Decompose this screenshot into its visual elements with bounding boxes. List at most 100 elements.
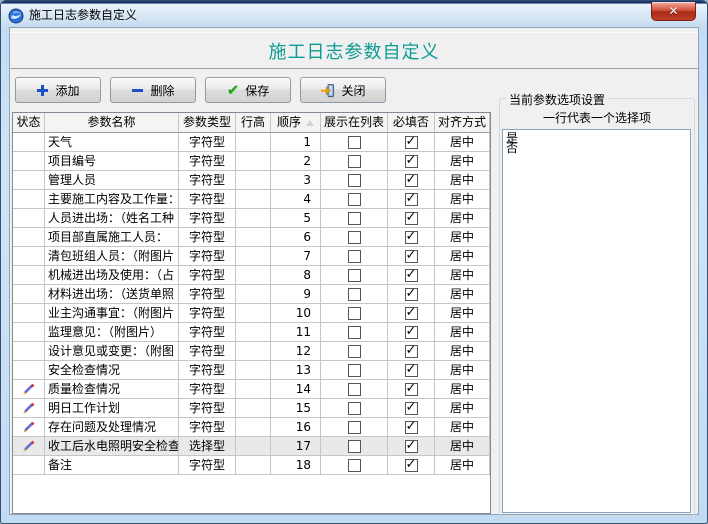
align-cell[interactable]: 居中 (435, 171, 490, 190)
align-cell[interactable]: 居中 (435, 209, 490, 228)
param-type-cell[interactable]: 字符型 (179, 342, 236, 361)
param-type-cell[interactable]: 字符型 (179, 133, 236, 152)
order-cell[interactable]: 1 (271, 133, 321, 152)
param-name-cell[interactable]: 主要施工内容及工作量： (45, 190, 179, 209)
required-checkbox[interactable]: ✓ (405, 250, 418, 263)
column-header-type[interactable]: 参数类型 (179, 113, 236, 133)
row-height-cell[interactable] (236, 380, 271, 399)
column-header-required[interactable]: 必填否 (388, 113, 435, 133)
table-row[interactable]: 人员进出场：（姓名工种字符型5✓居中 (13, 209, 490, 228)
row-height-cell[interactable] (236, 152, 271, 171)
param-type-cell[interactable]: 字符型 (179, 361, 236, 380)
align-cell[interactable]: 居中 (435, 361, 490, 380)
show-in-list-checkbox[interactable] (348, 440, 361, 453)
order-cell[interactable]: 2 (271, 152, 321, 171)
show-in-list-checkbox[interactable] (348, 383, 361, 396)
row-height-cell[interactable] (236, 285, 271, 304)
table-row[interactable]: 管理人员字符型3✓居中 (13, 171, 490, 190)
param-type-cell[interactable]: 字符型 (179, 209, 236, 228)
param-name-cell[interactable]: 项目部直属施工人员： (45, 228, 179, 247)
table-row[interactable]: 存在问题及处理情况字符型16✓居中 (13, 418, 490, 437)
required-checkbox[interactable]: ✓ (405, 421, 418, 434)
param-type-cell[interactable]: 字符型 (179, 171, 236, 190)
row-height-cell[interactable] (236, 361, 271, 380)
row-height-cell[interactable] (236, 399, 271, 418)
align-cell[interactable]: 居中 (435, 380, 490, 399)
required-checkbox[interactable]: ✓ (405, 155, 418, 168)
table-row[interactable]: 清包班组人员：（附图片字符型7✓居中 (13, 247, 490, 266)
param-name-cell[interactable]: 质量检查情况 (45, 380, 179, 399)
show-in-list-checkbox[interactable] (348, 288, 361, 301)
required-checkbox[interactable]: ✓ (405, 459, 418, 472)
param-type-cell[interactable]: 字符型 (179, 228, 236, 247)
align-cell[interactable]: 居中 (435, 228, 490, 247)
table-row[interactable]: 天气字符型1✓居中 (13, 133, 490, 152)
param-type-cell[interactable]: 选择型 (179, 437, 236, 456)
order-cell[interactable]: 10 (271, 304, 321, 323)
param-type-cell[interactable]: 字符型 (179, 190, 236, 209)
order-cell[interactable]: 12 (271, 342, 321, 361)
delete-button[interactable]: 删除 (110, 77, 196, 103)
order-cell[interactable]: 17 (271, 437, 321, 456)
row-height-cell[interactable] (236, 209, 271, 228)
required-checkbox[interactable]: ✓ (405, 440, 418, 453)
param-name-cell[interactable]: 管理人员 (45, 171, 179, 190)
table-row[interactable]: 设计意见或变更：（附图字符型12✓居中 (13, 342, 490, 361)
align-cell[interactable]: 居中 (435, 456, 490, 475)
param-type-cell[interactable]: 字符型 (179, 418, 236, 437)
align-cell[interactable]: 居中 (435, 304, 490, 323)
show-in-list-checkbox[interactable] (348, 193, 361, 206)
close-button[interactable]: ✕ (651, 2, 696, 21)
show-in-list-checkbox[interactable] (348, 459, 361, 472)
row-height-cell[interactable] (236, 190, 271, 209)
order-cell[interactable]: 5 (271, 209, 321, 228)
param-type-cell[interactable]: 字符型 (179, 304, 236, 323)
required-checkbox[interactable]: ✓ (405, 269, 418, 282)
param-type-cell[interactable]: 字符型 (179, 399, 236, 418)
param-name-cell[interactable]: 备注 (45, 456, 179, 475)
param-type-cell[interactable]: 字符型 (179, 266, 236, 285)
order-cell[interactable]: 3 (271, 171, 321, 190)
column-header-name[interactable]: 参数名称 (45, 113, 179, 133)
align-cell[interactable]: 居中 (435, 323, 490, 342)
table-row[interactable]: 备注字符型 18 ✓ 居中 (13, 456, 490, 475)
param-name-cell[interactable]: 安全检查情况 (45, 361, 179, 380)
column-header-order[interactable]: 顺序 (271, 113, 321, 133)
column-header-status[interactable]: 状态 (13, 113, 45, 133)
param-name-cell[interactable]: 材料进出场：（送货单照 (45, 285, 179, 304)
column-header-align[interactable]: 对齐方式 (435, 113, 490, 133)
row-height-cell[interactable] (236, 323, 271, 342)
align-cell[interactable]: 居中 (435, 247, 490, 266)
param-name-cell[interactable]: 收工后水电照明安全检查 (45, 437, 179, 456)
table-row[interactable]: 明日工作计划字符型15✓居中 (13, 399, 490, 418)
align-cell[interactable]: 居中 (435, 418, 490, 437)
param-name-cell[interactable]: 存在问题及处理情况 (45, 418, 179, 437)
show-in-list-checkbox[interactable] (348, 326, 361, 339)
column-header-rowheight[interactable]: 行高 (236, 113, 271, 133)
show-in-list-checkbox[interactable] (348, 402, 361, 415)
table-row[interactable]: 主要施工内容及工作量：字符型4✓居中 (13, 190, 490, 209)
row-height-cell[interactable] (236, 418, 271, 437)
required-checkbox[interactable]: ✓ (405, 345, 418, 358)
show-in-list-checkbox[interactable] (348, 364, 361, 377)
table-row[interactable]: 项目部直属施工人员：字符型 6 ✓ 居中 (13, 228, 490, 247)
param-type-cell[interactable]: 字符型 (179, 456, 236, 475)
required-checkbox[interactable]: ✓ (405, 212, 418, 225)
param-type-cell[interactable]: 字符型 (179, 247, 236, 266)
required-checkbox[interactable]: ✓ (405, 326, 418, 339)
required-checkbox[interactable]: ✓ (405, 231, 418, 244)
row-height-cell[interactable] (236, 437, 271, 456)
order-cell[interactable]: 13 (271, 361, 321, 380)
show-in-list-checkbox[interactable] (348, 307, 361, 320)
order-cell[interactable]: 18 (271, 456, 321, 475)
column-header-show[interactable]: 展示在列表 (321, 113, 388, 133)
param-name-cell[interactable]: 项目编号 (45, 152, 179, 171)
param-type-cell[interactable]: 字符型 (179, 285, 236, 304)
param-name-cell[interactable]: 明日工作计划 (45, 399, 179, 418)
required-checkbox[interactable]: ✓ (405, 402, 418, 415)
show-in-list-checkbox[interactable] (348, 231, 361, 244)
table-row[interactable]: 监理意见：（附图片）字符型11✓居中 (13, 323, 490, 342)
table-row[interactable]: 材料进出场：（送货单照字符型9✓居中 (13, 285, 490, 304)
order-cell[interactable]: 6 (271, 228, 321, 247)
required-checkbox[interactable]: ✓ (405, 364, 418, 377)
